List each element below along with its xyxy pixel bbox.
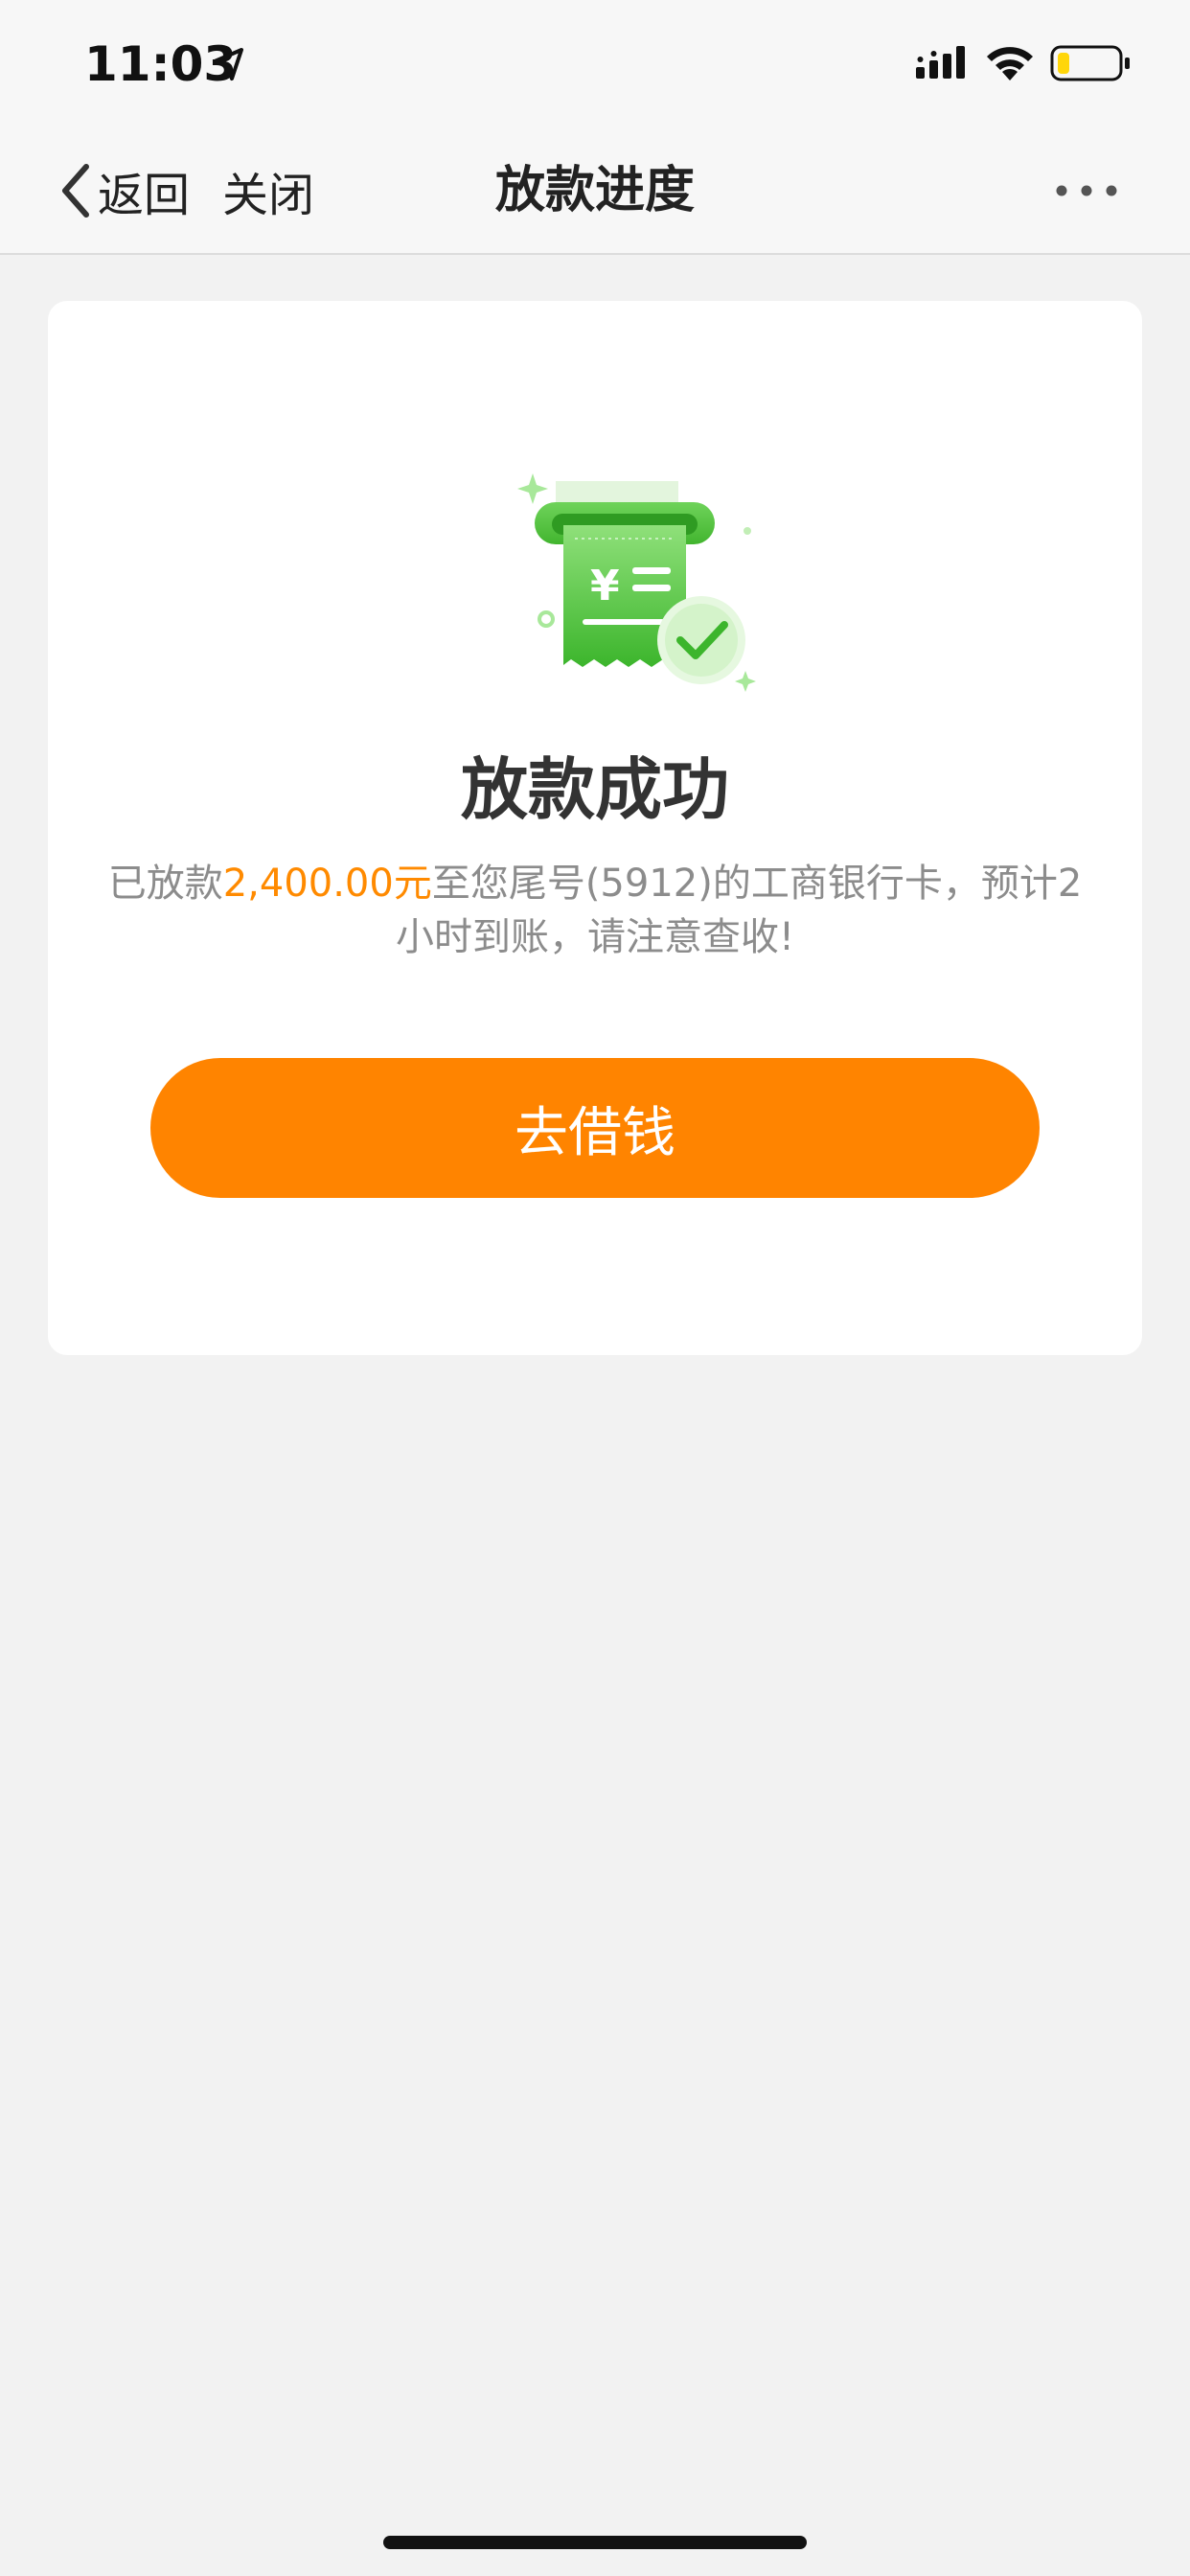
- borrow-button[interactable]: 去借钱: [150, 1058, 1040, 1198]
- location-arrow-icon: [213, 48, 243, 80]
- result-card: ¥ 放款成功 已放款2,400.00元至您尾号(5912)的工商银行卡，预计2小…: [48, 301, 1142, 1355]
- svg-text:¥: ¥: [590, 562, 620, 610]
- desc-suffix: 至您尾号(5912)的工商银行卡，预计2小时到账，请注意查收!: [395, 862, 1083, 959]
- desc-prefix: 已放款: [107, 862, 223, 906]
- result-description: 已放款2,400.00元至您尾号(5912)的工商银行卡，预计2小时到账，请注意…: [105, 857, 1085, 964]
- battery-icon: [1050, 45, 1130, 81]
- close-button[interactable]: 关闭: [222, 157, 314, 224]
- loan-amount: 2,400.00元: [222, 862, 432, 906]
- wifi-icon: [987, 47, 1033, 80]
- home-indicator: [383, 2536, 807, 2549]
- chevron-left-icon: [62, 164, 89, 218]
- back-button[interactable]: 返回: [56, 157, 190, 224]
- back-label: 返回: [98, 169, 191, 222]
- more-dots-icon[interactable]: [1052, 157, 1129, 224]
- nav-bar: 返回 关闭 放款进度: [0, 126, 1190, 255]
- signal-icon: [916, 46, 965, 79]
- success-title: 放款成功: [461, 750, 729, 829]
- receipt-success-icon: ¥: [517, 473, 756, 692]
- status-bar: 11:03: [0, 0, 1190, 126]
- screen: 11:03 返回 关闭 放款进度 ¥ 放款成功 已放款2,400.00元至您尾号…: [0, 0, 1190, 2576]
- close-label: 关闭: [222, 169, 315, 222]
